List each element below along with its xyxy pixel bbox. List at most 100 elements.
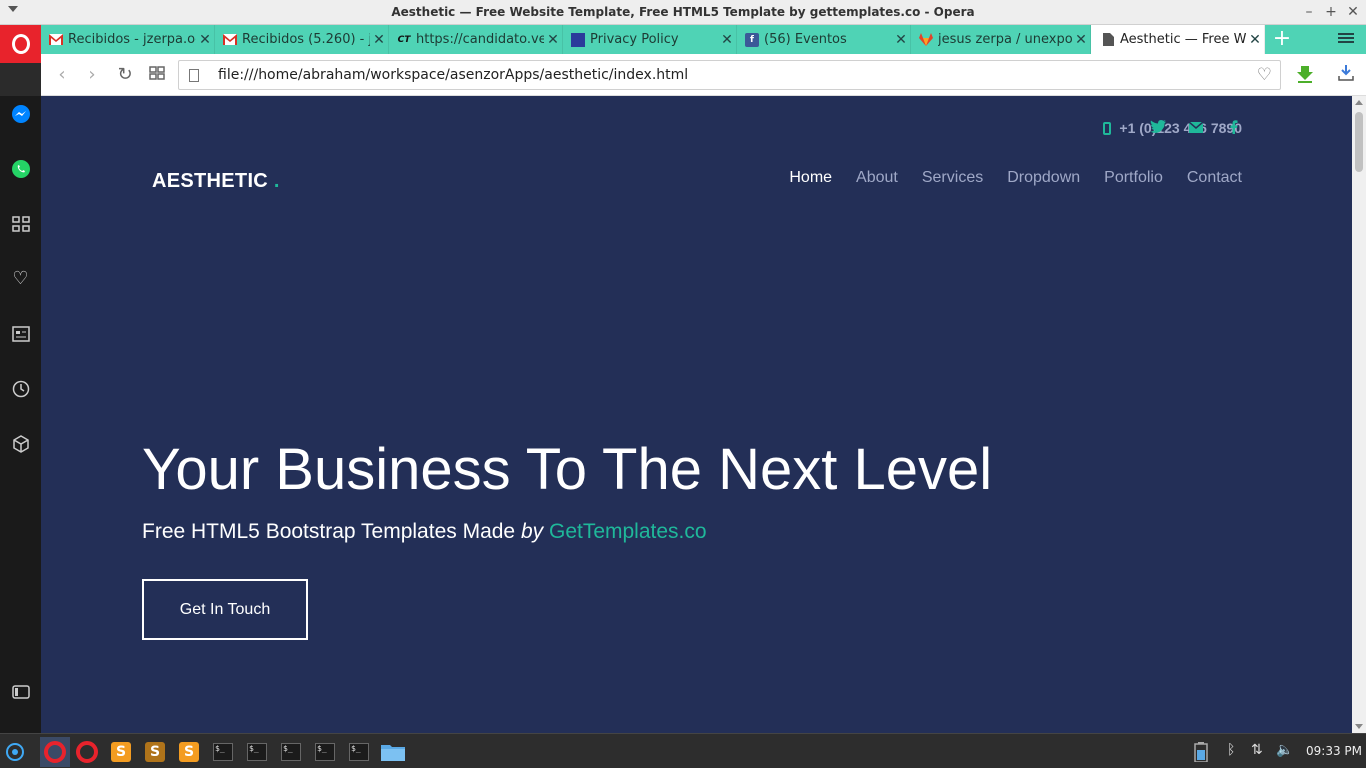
back-icon[interactable]: ‹ <box>51 64 73 86</box>
nav-contact[interactable]: Contact <box>1187 169 1242 187</box>
tab-facebook[interactable]: f (56) Eventos ✕ <box>737 25 911 54</box>
opera-menu-button[interactable] <box>0 25 41 63</box>
scroll-up-icon[interactable] <box>1355 100 1363 105</box>
sublime-icon: S <box>145 742 165 762</box>
sublime-icon: S <box>111 742 131 762</box>
tab-candidato[interactable]: CT https://candidato.ve ✕ <box>389 25 563 54</box>
site-icon <box>571 32 585 47</box>
terminal-taskbar-2[interactable]: $_ <box>244 739 270 765</box>
terminal-taskbar-1[interactable]: $_ <box>210 739 236 765</box>
bookmark-heart-icon[interactable]: ♡ <box>1257 65 1272 85</box>
tab-gmail-1[interactable]: Recibidos - jzerpa.oc ✕ <box>41 25 215 54</box>
download-arrow-icon[interactable] <box>1295 64 1315 86</box>
tab-menu-icon[interactable] <box>1336 31 1356 47</box>
battery-icon[interactable] <box>1194 742 1208 766</box>
volume-icon[interactable]: 🔈 <box>1276 742 1293 758</box>
bookmarks-icon[interactable]: ♡ <box>10 268 31 289</box>
gmail-icon <box>223 33 237 47</box>
bluetooth-icon[interactable]: ᛒ <box>1227 742 1235 758</box>
sublime-taskbar-3[interactable]: S <box>176 739 202 765</box>
facebook-icon[interactable] <box>1230 120 1238 138</box>
opera-taskbar-active[interactable] <box>40 737 70 767</box>
tab-grid-icon[interactable] <box>146 64 168 86</box>
opera-taskbar[interactable] <box>74 739 100 765</box>
minimize-icon[interactable]: – <box>1300 3 1318 21</box>
nav-portfolio[interactable]: Portfolio <box>1104 169 1163 187</box>
reload-icon[interactable]: ↻ <box>114 64 136 86</box>
sidebar-toggle-icon[interactable] <box>10 681 31 702</box>
tab-close-icon[interactable]: ✕ <box>1072 32 1090 48</box>
news-icon[interactable] <box>10 323 31 344</box>
gettemplates-link[interactable]: GetTemplates.co <box>549 520 707 543</box>
tab-gitlab[interactable]: jesus zerpa / unexpo ✕ <box>911 25 1091 54</box>
phone-icon <box>1103 121 1112 135</box>
clock[interactable]: 09:33 PM <box>1306 744 1362 758</box>
messenger-icon[interactable] <box>10 103 31 124</box>
page-info-icon[interactable] <box>189 69 199 82</box>
nav-home[interactable]: Home <box>789 169 832 187</box>
tab-strip: Recibidos - jzerpa.oc ✕ Recibidos (5.260… <box>0 25 1366 63</box>
tab-close-icon[interactable]: ✕ <box>196 32 214 48</box>
opera-icon <box>44 741 66 763</box>
tab-label: jesus zerpa / unexpo <box>938 32 1072 47</box>
new-tab-button[interactable]: + <box>1270 27 1294 51</box>
hero-sub-text: Free HTML5 Bootstrap Templates Made <box>142 520 516 543</box>
phone-number: +1 (0)123 456 7890 <box>1119 120 1242 136</box>
gitlab-icon <box>919 33 933 47</box>
nav-about[interactable]: About <box>856 169 898 187</box>
window-title: Aesthetic — Free Website Template, Free … <box>391 5 975 19</box>
tab-aesthetic[interactable]: Aesthetic — Free We ✕ <box>1091 25 1265 54</box>
tab-close-icon[interactable]: ✕ <box>544 32 562 48</box>
web-page: +1 (0)123 456 7890 AESTHETIC . Home Abou… <box>41 96 1352 733</box>
tab-label: (56) Eventos <box>764 32 847 47</box>
page-scrollbar[interactable] <box>1352 96 1366 733</box>
tab-close-icon[interactable]: ✕ <box>370 32 388 48</box>
site-logo[interactable]: AESTHETIC . <box>152 170 280 193</box>
page-icon <box>1101 33 1115 47</box>
get-in-touch-button[interactable]: Get In Touch <box>142 579 308 640</box>
tab-close-icon[interactable]: ✕ <box>1246 32 1264 48</box>
scroll-down-icon[interactable] <box>1355 724 1363 729</box>
email-icon[interactable] <box>1188 120 1204 137</box>
hero-sub-by: by <box>520 520 544 543</box>
nav-dropdown[interactable]: Dropdown <box>1007 169 1080 187</box>
window-titlebar: Aesthetic — Free Website Template, Free … <box>0 0 1366 25</box>
url-input[interactable]: file:///home/abraham/workspace/asenzorAp… <box>218 67 688 83</box>
brand-name: AESTHETIC <box>152 170 269 192</box>
extensions-icon[interactable] <box>10 433 31 454</box>
sublime-taskbar-1[interactable]: S <box>108 739 134 765</box>
speed-dial-icon[interactable] <box>10 213 31 234</box>
tab-gmail-2[interactable]: Recibidos (5.260) - je ✕ <box>215 25 389 54</box>
tab-label: Privacy Policy <box>590 32 679 47</box>
forward-icon[interactable]: › <box>81 64 103 86</box>
gmail-icon <box>49 33 63 47</box>
sublime-taskbar-2[interactable]: S <box>142 739 168 765</box>
terminal-icon: $_ <box>349 743 369 761</box>
app-launcher-icon[interactable] <box>2 739 28 765</box>
tab-close-icon[interactable]: ✕ <box>718 32 736 48</box>
maximize-icon[interactable]: + <box>1322 3 1340 21</box>
tab-privacy-policy[interactable]: Privacy Policy ✕ <box>563 25 737 54</box>
scrollbar-thumb[interactable] <box>1355 112 1363 172</box>
facebook-icon: f <box>745 32 759 47</box>
terminal-taskbar-4[interactable]: $_ <box>312 739 338 765</box>
terminal-icon: $_ <box>213 743 233 761</box>
sublime-icon: S <box>179 742 199 762</box>
address-toolbar: ‹ › ↻ file:///home/abraham/workspace/ase… <box>41 54 1366 96</box>
tab-close-icon[interactable]: ✕ <box>892 32 910 48</box>
close-window-icon[interactable]: ✕ <box>1344 3 1362 21</box>
network-icon[interactable]: ⇅ <box>1251 742 1263 758</box>
downloads-icon[interactable] <box>1337 64 1357 86</box>
history-icon[interactable] <box>10 378 31 399</box>
brand-dot: . <box>273 170 280 192</box>
nav-services[interactable]: Services <box>922 169 983 187</box>
terminal-taskbar-3[interactable]: $_ <box>278 739 304 765</box>
terminal-icon: $_ <box>281 743 301 761</box>
file-manager-taskbar[interactable] <box>380 739 406 765</box>
address-bar[interactable]: file:///home/abraham/workspace/asenzorAp… <box>178 60 1281 90</box>
terminal-taskbar-5[interactable]: $_ <box>346 739 372 765</box>
whatsapp-icon[interactable] <box>10 158 31 179</box>
twitter-icon[interactable] <box>1150 120 1166 137</box>
hero-title: Your Business To The Next Level <box>142 437 993 502</box>
terminal-icon: $_ <box>315 743 335 761</box>
